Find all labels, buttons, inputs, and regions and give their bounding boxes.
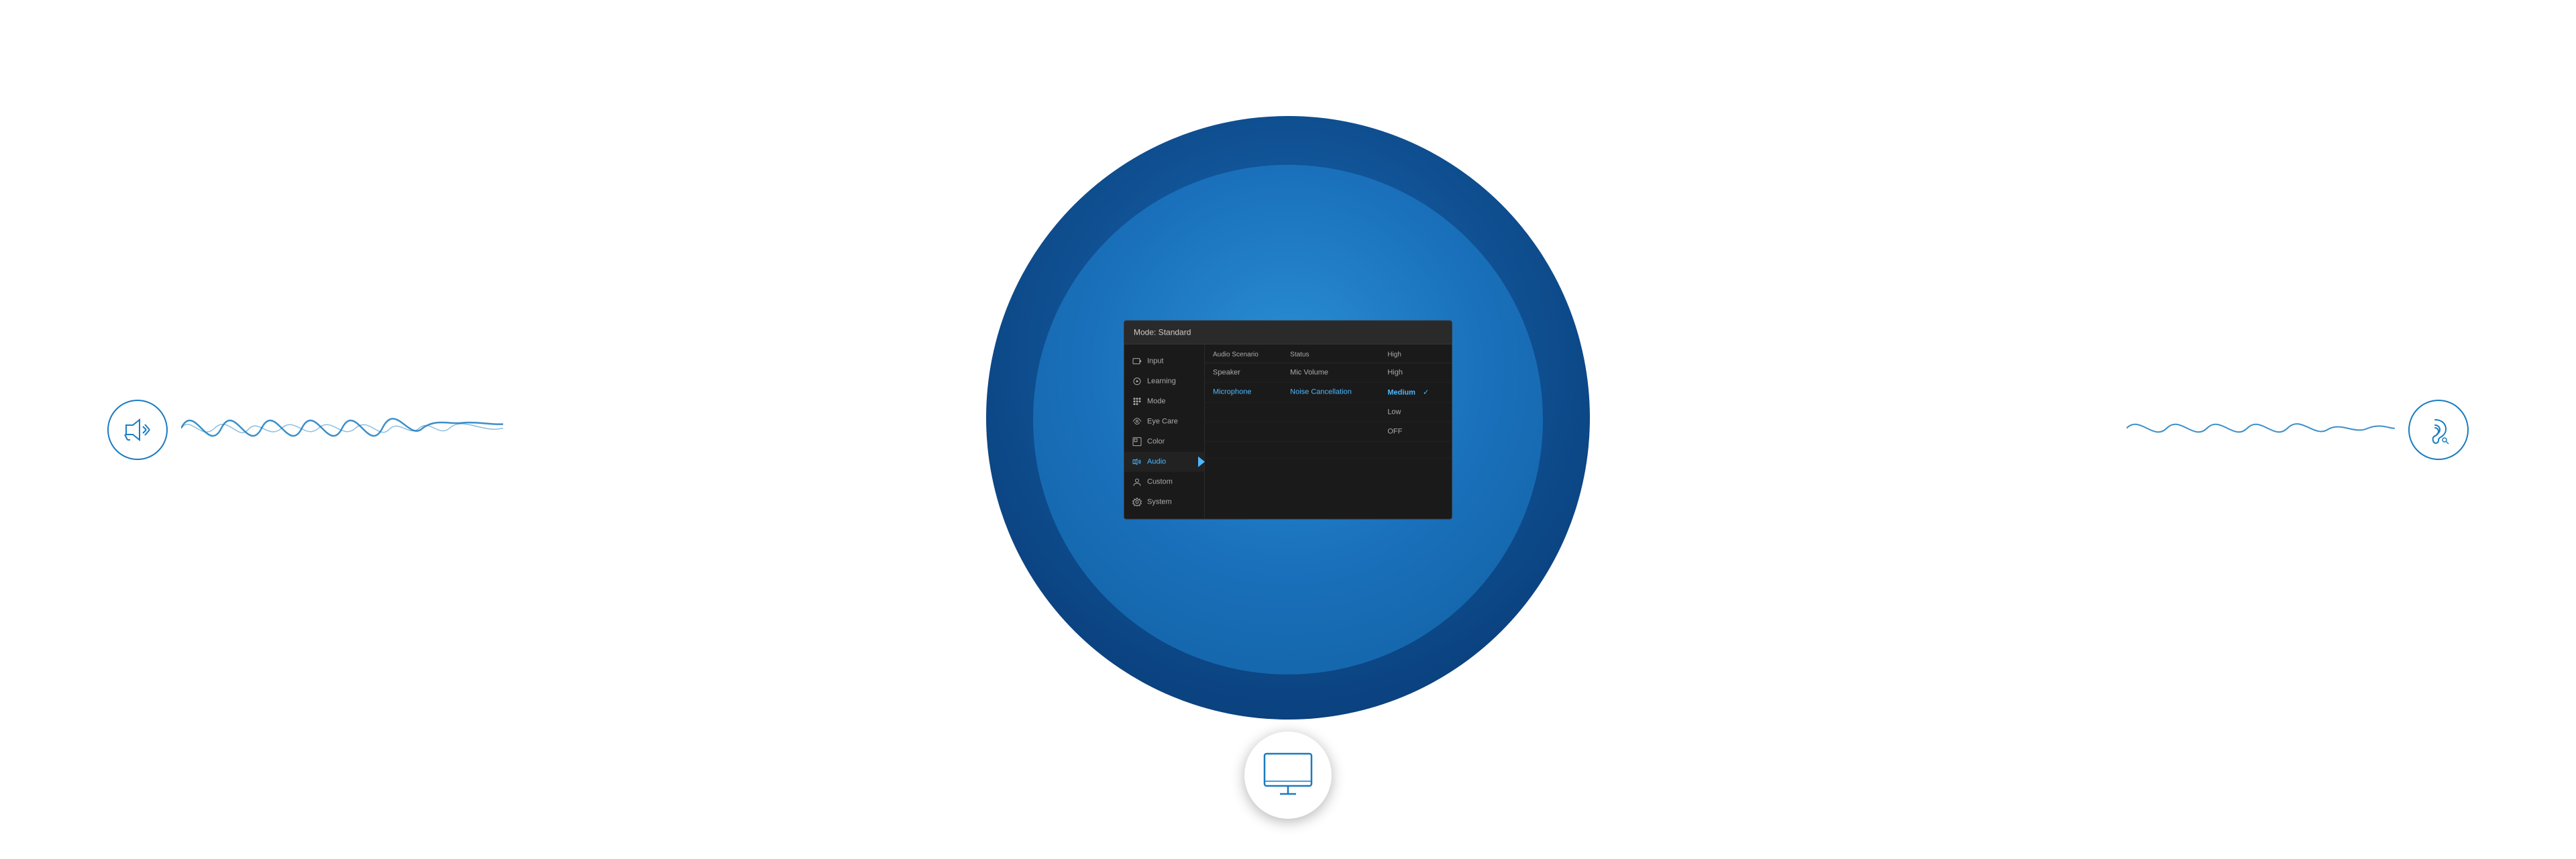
osd-body: Input Learning [1124,344,1452,518]
osd-nav: Input Learning [1124,344,1205,518]
color-icon [1132,437,1142,446]
ear-icon-container [2408,400,2469,460]
cell-speaker[interactable]: Speaker [1205,363,1282,382]
cell-option-low[interactable]: Low [1379,402,1452,422]
custom-icon [1132,477,1142,486]
wave-left [181,388,503,471]
system-icon [1132,497,1142,506]
cell-mic-volume: Mic Volume [1282,363,1379,382]
cell-noise-cancellation[interactable]: Noise Cancellation [1282,382,1379,402]
mode-icon [1132,396,1142,406]
wave-right [2127,401,2395,458]
input-icon [1132,356,1142,365]
cell-empty-5 [1205,441,1282,458]
table-row: OFF [1205,422,1452,441]
nav-label-mode: Mode [1147,397,1166,405]
eyecare-icon [1132,416,1142,426]
monitor-icon-container [1244,732,1332,819]
cell-empty-1 [1205,402,1282,422]
nav-item-mode[interactable]: Mode [1124,391,1204,411]
speaker-icon [121,413,154,447]
monitor-icon [1261,750,1315,801]
col-header-1: Audio Scenario [1205,344,1282,363]
cell-empty-6 [1282,441,1379,458]
audio-table: Audio Scenario Status High Speaker Mic V… [1205,344,1452,458]
learning-icon [1132,376,1142,386]
nav-label-color: Color [1147,437,1165,445]
table-row: Speaker Mic Volume High [1205,363,1452,382]
nav-label-eyecare: Eye Care [1147,417,1178,425]
speaker-icon-container [107,400,168,460]
cell-empty-2 [1282,402,1379,422]
nav-label-system: System [1147,498,1172,506]
cell-option-high[interactable]: High [1379,363,1452,382]
col-header-3: High [1379,344,1452,363]
cell-empty-7 [1379,441,1452,458]
osd-panel: Mode: Standard Input Learning [1124,320,1452,519]
nav-label-learning: Learning [1147,377,1176,385]
nav-arrow [1198,456,1205,467]
nav-item-audio[interactable]: Audio [1124,451,1204,471]
osd-content: Audio Scenario Status High Speaker Mic V… [1205,344,1452,518]
nav-item-learning[interactable]: Learning [1124,371,1204,391]
audio-icon [1132,457,1142,466]
table-row: Microphone Noise Cancellation Medium ✓ [1205,382,1452,402]
cell-empty-3 [1205,422,1282,441]
nav-item-system[interactable]: System [1124,492,1204,512]
ear-icon [2422,413,2455,447]
nav-item-eyecare[interactable]: Eye Care [1124,411,1204,431]
nav-item-color[interactable]: Color [1124,431,1204,451]
table-row: Low [1205,402,1452,422]
nav-label-audio: Audio [1147,457,1166,465]
cell-option-off[interactable]: OFF [1379,422,1452,441]
osd-titlebar: Mode: Standard [1124,321,1452,344]
table-row [1205,441,1452,458]
osd-title: Mode: Standard [1134,327,1191,337]
cell-option-medium[interactable]: Medium ✓ [1379,382,1452,402]
cell-microphone[interactable]: Microphone [1205,382,1282,402]
checkmark-icon: ✓ [1423,388,1429,396]
nav-item-input[interactable]: Input [1124,351,1204,371]
cell-empty-4 [1282,422,1379,441]
col-header-2: Status [1282,344,1379,363]
nav-label-custom: Custom [1147,477,1173,485]
nav-label-input: Input [1147,357,1163,365]
selected-option-label: Medium [1387,388,1415,396]
nav-item-custom[interactable]: Custom [1124,471,1204,492]
